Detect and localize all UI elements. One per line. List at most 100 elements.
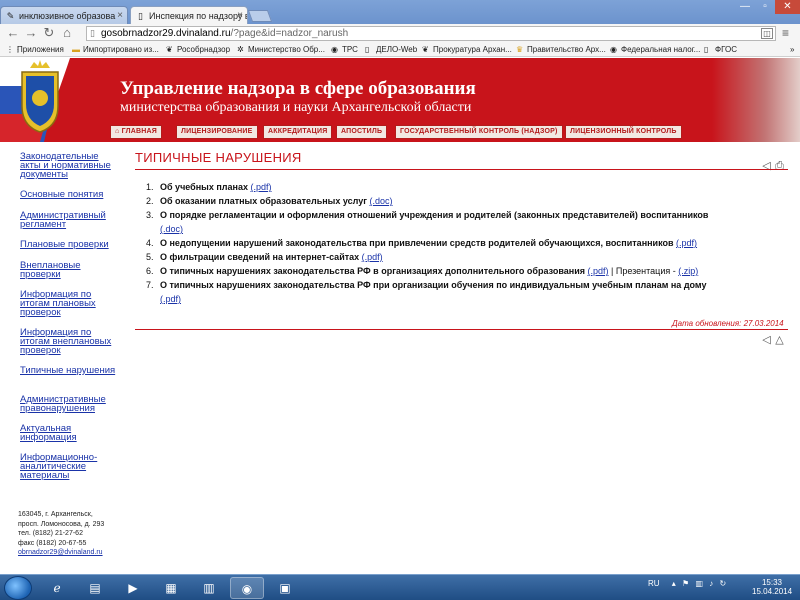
- pdf-link[interactable]: (.pdf): [676, 238, 697, 248]
- apps-icon: ⋮⋮: [6, 45, 22, 54]
- back-arrow-icon[interactable]: ◁: [760, 335, 773, 346]
- bookmark-trs[interactable]: ◉ ТРС: [331, 45, 358, 54]
- tab-inspection[interactable]: ▯ Инспекция по надзору в ×: [130, 6, 248, 25]
- toolbar: ← → ↻ ⌂ ▯ gosobrnadzor29.dvinaland.ru/?p…: [0, 24, 800, 43]
- page-icon: ▯: [704, 45, 709, 54]
- flag-and-coat-of-arms: [0, 58, 70, 142]
- divider: [135, 329, 788, 330]
- sidebar-item-basic-concepts[interactable]: Основные понятия: [20, 190, 120, 200]
- page-icon: ▯: [365, 45, 370, 54]
- tray-arrow-icon[interactable]: ▴: [672, 579, 676, 588]
- divider: [135, 169, 788, 170]
- list-item: 3. О порядке регламентации и оформления о…: [146, 210, 709, 234]
- close-tab-icon[interactable]: ×: [117, 10, 123, 21]
- sidebar-item-admin-offences[interactable]: Административные правонарушения: [20, 395, 120, 414]
- presentation-icon[interactable]: ▣: [268, 577, 302, 599]
- media-player-icon[interactable]: ▶: [116, 577, 150, 599]
- bookmark-fgos[interactable]: ▯ ФГОС: [704, 45, 737, 54]
- bookmarks-overflow-button[interactable]: »: [790, 45, 794, 54]
- email-link[interactable]: obrnadzor29@dvinaland.ru: [18, 548, 128, 558]
- update-date: Дата обновления: 27.03.2014: [672, 319, 784, 328]
- site-header: Управление надзора в сфере образования м…: [0, 58, 800, 142]
- minimize-icon[interactable]: —: [735, 0, 755, 14]
- contact-address: 163045, г. Архангельск, просп. Ломоносов…: [18, 510, 128, 558]
- sidebar-item-planned-results[interactable]: Информация по итогам плановых проверок: [20, 290, 120, 318]
- list-item: 7. О типичных нарушениях законодательства…: [146, 280, 707, 304]
- url-host: gosobrnadzor29.dvinaland.ru: [101, 28, 231, 39]
- menu-icon[interactable]: ≡: [782, 27, 796, 39]
- tab-inclusive[interactable]: ✎ инклюзивное образова ×: [0, 6, 128, 25]
- sidebar-item-legislation[interactable]: Законодательные акты и нормативные докум…: [20, 152, 120, 180]
- language-indicator[interactable]: RU: [648, 579, 660, 588]
- sidebar-item-unplanned-checks[interactable]: Внеплановые проверки: [20, 261, 120, 280]
- pencil-icon: ✎: [6, 11, 15, 21]
- bookmark-prosecutor[interactable]: ❦ Прокуратура Архан...: [422, 45, 512, 54]
- address-bar[interactable]: ▯ gosobrnadzor29.dvinaland.ru/?page&id=n…: [86, 26, 776, 41]
- bookmark-apps[interactable]: ⋮⋮Приложения: [6, 45, 64, 54]
- sidebar-item-typical-violations[interactable]: Типичные нарушения: [20, 366, 120, 376]
- doc-link[interactable]: (.doc): [160, 224, 183, 234]
- bookmark-rosobrnadzor[interactable]: ❦ Рособрнадзор: [166, 45, 230, 54]
- clock[interactable]: 15:33 15.04.2014: [752, 578, 792, 596]
- back-arrow-icon[interactable]: ◁: [760, 161, 773, 172]
- page-title: ТИПИЧНЫЕ НАРУШЕНИЯ: [135, 150, 302, 165]
- bookmark-ministry[interactable]: ✲ Министерство Обр...: [237, 45, 325, 54]
- crest-icon: ♛: [516, 45, 524, 54]
- back-icon[interactable]: ←: [6, 26, 20, 40]
- nav-license-control[interactable]: ЛИЦЕНЗИОННЫЙ КОНТРОЛЬ: [565, 125, 682, 139]
- reload-icon[interactable]: ↻: [42, 26, 56, 40]
- home-icon[interactable]: ⌂: [60, 26, 74, 40]
- bookmark-delo[interactable]: ▯ ДЕЛО-Web: [365, 45, 417, 54]
- url-path: /?page&id=nadzor_narush: [230, 28, 349, 39]
- new-tab-button[interactable]: [247, 10, 273, 22]
- pdf-link[interactable]: (.pdf): [160, 294, 181, 304]
- doc-link[interactable]: (.doc): [370, 196, 393, 206]
- nav-apostille[interactable]: АПОСТИЛЬ: [336, 125, 388, 139]
- pdf-link[interactable]: (.pdf): [362, 252, 383, 262]
- pdf-link[interactable]: (.pdf): [251, 182, 272, 192]
- monument-image: [712, 58, 800, 142]
- document-icon[interactable]: ▦: [154, 577, 188, 599]
- sidebar-item-regulation[interactable]: Административный регламент: [20, 211, 120, 230]
- list-item: 1. Об учебных планах (.pdf): [146, 182, 272, 192]
- chrome-icon[interactable]: ◉: [230, 577, 264, 599]
- sidebar-item-current-info[interactable]: Актуальная информация: [20, 424, 120, 443]
- pdf-link[interactable]: (.pdf): [588, 266, 609, 276]
- network-icon[interactable]: ▥: [695, 579, 703, 588]
- nav-licensing[interactable]: ЛИЦЕНЗИРОВАНИЕ: [176, 125, 258, 139]
- taskbar: ℯ ▤ ▶ ▦ ▥ ◉ ▣ RU ▴ ⚑ ▥ ♪ ↻ 15:33 15.04.2…: [0, 574, 800, 600]
- site-title: Управление надзора в сфере образования: [120, 78, 476, 99]
- print-icon[interactable]: ⎙: [773, 161, 786, 172]
- extension-icon[interactable]: ◫: [761, 28, 773, 39]
- up-arrow-icon[interactable]: △: [773, 335, 786, 346]
- folder-icon[interactable]: ▥: [192, 577, 226, 599]
- volume-icon[interactable]: ♪: [709, 579, 713, 588]
- bookmark-imported[interactable]: ▬ Импортировано из...: [72, 45, 159, 54]
- explorer-icon[interactable]: ▤: [78, 577, 112, 599]
- zip-link[interactable]: (.zip): [678, 266, 698, 276]
- bookmark-government[interactable]: ♛ Правительство Арх...: [516, 45, 606, 54]
- close-tab-icon[interactable]: ×: [237, 10, 243, 21]
- bookmark-tax[interactable]: ◉ Федеральная налог...: [610, 45, 700, 54]
- nav-home[interactable]: ⌂ ГЛАВНАЯ: [110, 125, 162, 139]
- sidebar-item-planned-checks[interactable]: Плановые проверки: [20, 240, 120, 250]
- close-window-icon[interactable]: ✕: [775, 0, 800, 14]
- tab-label: инклюзивное образова: [19, 11, 116, 21]
- forward-icon[interactable]: →: [24, 26, 38, 40]
- ie-icon[interactable]: ℯ: [40, 577, 74, 599]
- page-tools: ◁ ⎙: [760, 156, 786, 174]
- globe-icon: ◉: [610, 45, 617, 54]
- start-button[interactable]: [4, 576, 32, 600]
- gear-icon: ✲: [237, 45, 244, 54]
- browser-window: ✎ инклюзивное образова × ▯ Инспекция по …: [0, 0, 800, 600]
- folder-icon: ▬: [72, 45, 80, 54]
- nav-accreditation[interactable]: АККРЕДИТАЦИЯ: [263, 125, 333, 139]
- system-tray: RU ▴ ⚑ ▥ ♪ ↻: [648, 579, 726, 588]
- eagle-icon: ❦: [166, 45, 173, 54]
- update-icon[interactable]: ↻: [719, 579, 726, 588]
- sidebar-item-analytics[interactable]: Информационно-аналитические материалы: [20, 453, 120, 481]
- sidebar-item-unplanned-results[interactable]: Информация по итогам внеплановых проверо…: [20, 328, 120, 356]
- nav-state-control[interactable]: ГОСУДАРСТВЕННЫЙ КОНТРОЛЬ (НАДЗОР): [395, 125, 563, 139]
- maximize-icon[interactable]: ▫: [755, 0, 775, 14]
- flag-icon[interactable]: ⚑: [682, 579, 689, 588]
